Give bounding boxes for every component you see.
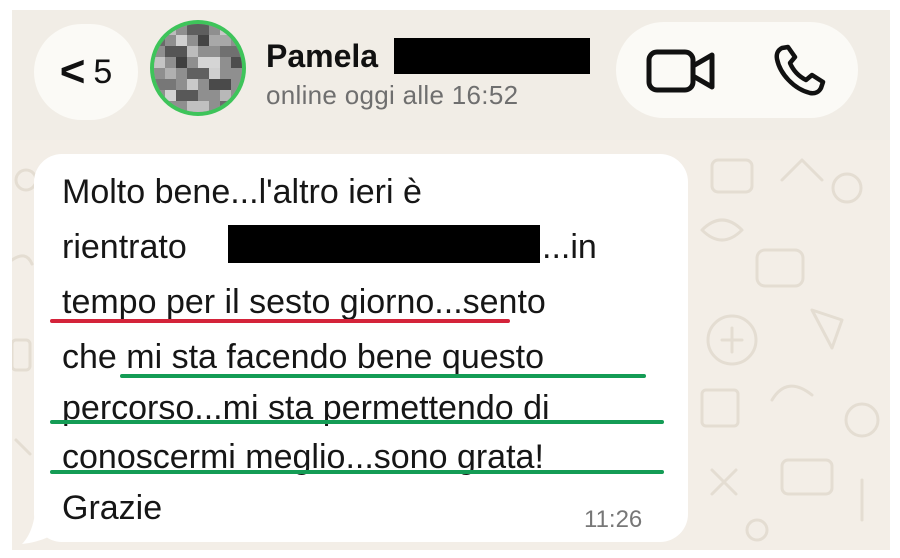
unread-count: 5: [93, 52, 113, 91]
message-line-2-end: ...in: [542, 228, 597, 266]
redaction-bar: [394, 38, 590, 74]
message-line-1: Molto bene...l'altro ieri è: [62, 173, 422, 211]
back-button[interactable]: < 5: [34, 24, 138, 120]
red-underline: [50, 319, 510, 323]
redaction-bar: [228, 225, 540, 263]
message-line-7: Grazie: [62, 489, 163, 527]
message-line-4: che mi sta facendo bene questo: [62, 338, 544, 376]
phone-call-icon[interactable]: [772, 44, 828, 98]
back-chevron-icon: <: [59, 47, 86, 96]
call-actions: [616, 22, 858, 118]
message-line-3: tempo per il sesto giorno...sento: [62, 283, 546, 321]
contact-status: online oggi alle 16:52: [266, 80, 519, 110]
contact-avatar[interactable]: [150, 20, 246, 116]
message-timestamp: 11:26: [584, 506, 643, 533]
green-underline: [50, 420, 664, 424]
chat-window: < 5 Pamela online oggi alle 16:52 Molto …: [12, 10, 890, 550]
message-line-2: rientrato: [62, 228, 187, 266]
chat-header: < 5 Pamela online oggi alle 16:52: [12, 10, 890, 140]
green-underline: [120, 374, 646, 378]
green-underline: [50, 470, 664, 474]
pixelated-avatar-image: [154, 24, 242, 112]
video-call-icon[interactable]: [646, 48, 716, 94]
contact-name[interactable]: Pamela: [266, 38, 378, 75]
